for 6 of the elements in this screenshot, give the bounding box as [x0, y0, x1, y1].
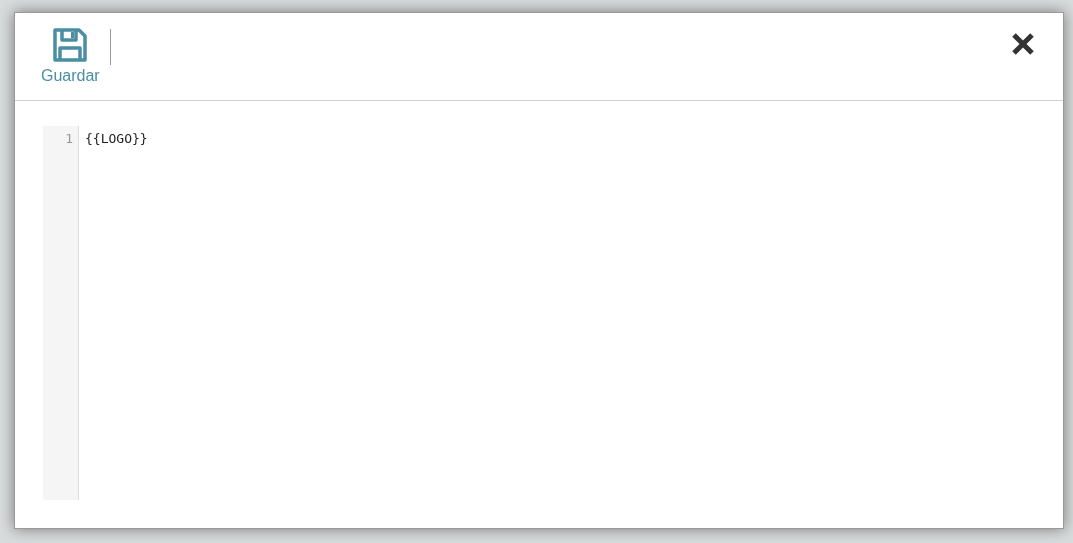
close-icon — [1011, 31, 1035, 56]
save-icon — [52, 27, 89, 63]
code-line: {{LOGO}} — [85, 130, 148, 148]
save-button[interactable]: Guardar — [41, 27, 100, 86]
line-number: 1 — [64, 130, 73, 148]
close-button[interactable] — [1011, 31, 1035, 56]
